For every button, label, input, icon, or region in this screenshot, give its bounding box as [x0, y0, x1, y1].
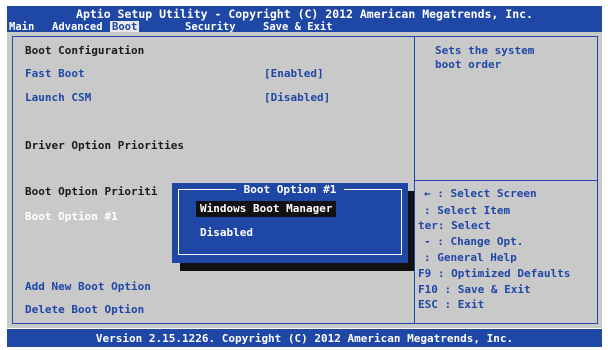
fast-boot-value[interactable]: [Enabled]: [264, 67, 324, 81]
boot-option-popup: Boot Option #1 Windows Boot Manager Disa…: [172, 183, 408, 263]
window-title: Aptio Setup Utility - Copyright (C) 2012…: [76, 7, 533, 21]
delete-boot-option[interactable]: Delete Boot Option: [25, 303, 144, 317]
driver-option-priorities-heading: Driver Option Priorities: [25, 139, 184, 152]
help-key-general-help: : General Help: [424, 251, 517, 264]
popup-option-windows-boot-manager[interactable]: Windows Boot Manager: [196, 201, 337, 217]
launch-csm-value[interactable]: [Disabled]: [264, 91, 330, 105]
title-bar: Aptio Setup Utility - Copyright (C) 2012…: [7, 6, 602, 33]
bios-screen: Aptio Setup Utility - Copyright (C) 2012…: [0, 0, 608, 350]
help-key-enter-select: ter: Select: [418, 219, 491, 232]
popup-title-wrap: Boot Option #1: [172, 183, 408, 197]
boot-option-priorities-heading: Boot Option Prioriti: [25, 185, 158, 198]
help-description-line1: Sets the system: [435, 44, 535, 57]
help-key-change-opt: - : Change Opt.: [424, 235, 524, 248]
help-key-select-screen: ← : Select Screen: [424, 187, 537, 200]
fast-boot-label[interactable]: Fast Boot: [25, 67, 85, 81]
help-description-line2: boot order: [435, 58, 502, 71]
popup-title: Boot Option #1: [235, 183, 345, 196]
add-new-boot-option[interactable]: Add New Boot Option: [25, 280, 151, 294]
version-text: Version 2.15.1226. Copyright (C) 2012 Am…: [95, 332, 514, 345]
help-divider: [414, 180, 598, 181]
help-key-exit: ESC : Exit: [418, 298, 485, 311]
footer-bar: Version 2.15.1226. Copyright (C) 2012 Am…: [7, 329, 602, 347]
popup-border: [178, 189, 402, 255]
help-key-save-exit: F10 : Save & Exit: [418, 283, 531, 296]
boot-option-1-label[interactable]: Boot Option #1: [25, 210, 118, 224]
launch-csm-label[interactable]: Launch CSM: [25, 91, 91, 105]
help-key-select-item: : Select Item: [424, 204, 511, 217]
popup-option-disabled[interactable]: Disabled: [200, 226, 253, 240]
boot-configuration-heading: Boot Configuration: [25, 44, 145, 57]
help-key-optimized-defaults: F9 : Optimized Defaults: [418, 267, 571, 280]
